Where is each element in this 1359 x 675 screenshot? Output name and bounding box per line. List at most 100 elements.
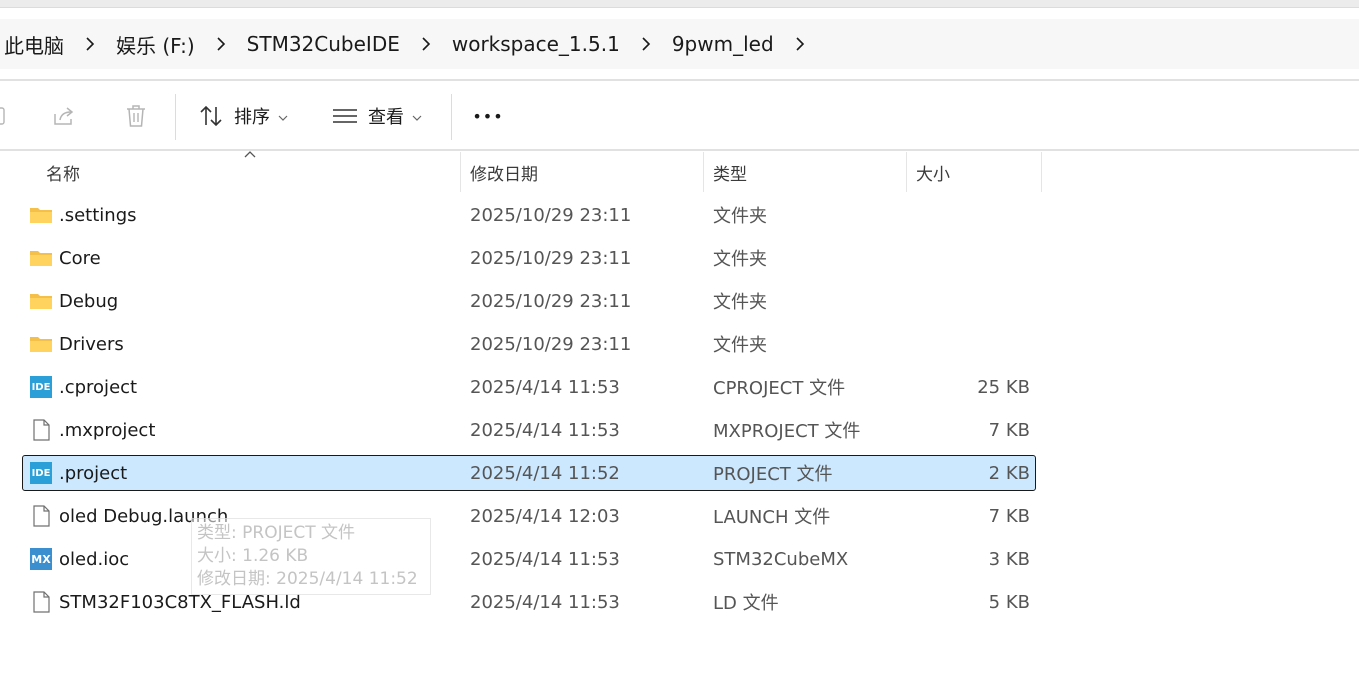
file-modified: 2025/10/29 23:11 (470, 204, 632, 226)
file-row[interactable]: IDE .project 2025/4/14 11:52 PROJECT 文件 2 KB (22, 455, 1036, 491)
share-button[interactable] (44, 96, 84, 136)
tooltip-size: 大小: 1.26 KB (197, 546, 309, 566)
chevron-right-icon[interactable] (199, 19, 243, 69)
trash-icon (124, 103, 148, 129)
column-header-type[interactable]: 类型 (703, 152, 906, 192)
sort-label: 排序 (234, 107, 270, 128)
file-size: 25 KB (977, 376, 1030, 398)
file-name: Debug (59, 290, 119, 312)
column-header-row: 名称 修改日期 类型 大小 (0, 151, 1359, 192)
column-resize-handle[interactable] (1041, 152, 1042, 192)
chevron-right-icon[interactable] (778, 19, 822, 69)
copy-button[interactable] (0, 96, 10, 136)
file-icon-badge-text: MX (31, 552, 51, 566)
file-name: .cproject (59, 376, 138, 398)
file-row[interactable]: Drivers 2025/10/29 23:11 文件夹 (22, 326, 1036, 362)
file-size (916, 284, 1030, 318)
folder-icon (29, 332, 53, 356)
file-name: .mxproject (59, 419, 156, 441)
file-type: LD 文件 (713, 593, 779, 614)
file-type: 文件夹 (713, 249, 767, 270)
divider (0, 79, 1359, 81)
window-top-strip (0, 0, 1359, 8)
toolbar-separator (175, 94, 176, 140)
chevron-right-icon[interactable] (404, 19, 448, 69)
file-size: 7 KB (988, 505, 1030, 527)
tooltip-type: 类型: PROJECT 文件 (197, 523, 355, 543)
file-size: 5 KB (988, 591, 1030, 613)
divider (0, 149, 1359, 151)
folder-icon (29, 203, 53, 227)
blank-file-icon (29, 504, 53, 528)
chevron-right-icon[interactable] (624, 19, 668, 69)
sort-icon (198, 104, 224, 128)
file-type: PROJECT 文件 (713, 464, 833, 485)
share-icon (51, 104, 77, 128)
file-row[interactable]: Debug 2025/10/29 23:11 文件夹 (22, 283, 1036, 319)
file-row[interactable]: .mxproject 2025/4/14 11:53 MXPROJECT 文件 7 K… (22, 412, 1036, 448)
file-size: 7 KB (988, 419, 1030, 441)
column-header-modified[interactable]: 修改日期 (460, 152, 703, 192)
copy-icon (0, 106, 8, 126)
file-modified: 2025/4/14 11:53 (470, 548, 620, 570)
ide-file-icon: IDE (29, 461, 53, 485)
file-name: Core (59, 247, 101, 269)
column-header-size[interactable]: 大小 (906, 152, 1041, 192)
breadcrumb: 此电脑 娱乐 (F:) STM32CubeIDE workspace_1.5.1… (0, 19, 1359, 69)
file-icon-badge-text: IDE (31, 467, 51, 479)
file-row[interactable]: MX oled.ioc 2025/4/14 11:53 STM32CubeMX 3 KB (22, 541, 1036, 577)
file-size (916, 327, 1030, 361)
column-header-name[interactable]: 名称 (36, 152, 460, 192)
file-modified: 2025/4/14 11:52 (470, 462, 620, 484)
sort-button[interactable]: 排序 (198, 96, 298, 136)
file-modified: 2025/10/29 23:11 (470, 290, 632, 312)
file-type: 文件夹 (713, 335, 767, 356)
file-name: .project (59, 462, 128, 484)
breadcrumb-item-project[interactable]: 9pwm_led (668, 32, 778, 56)
file-modified: 2025/4/14 11:53 (470, 376, 620, 398)
mx-file-icon: MX (29, 547, 53, 571)
file-modified: 2025/10/29 23:11 (470, 333, 632, 355)
blank-file-icon (29, 590, 53, 614)
file-icon-badge-text: IDE (31, 381, 51, 393)
file-size (916, 241, 1030, 275)
more-icon: ••• (472, 106, 504, 126)
file-type: MXPROJECT 文件 (713, 421, 861, 442)
file-row[interactable]: oled Debug.launch 2025/4/14 12:03 LAUNCH 文… (22, 498, 1036, 534)
chevron-right-icon[interactable] (68, 19, 112, 69)
view-button[interactable]: 查看 (332, 96, 432, 136)
view-label: 查看 (368, 107, 404, 128)
file-row[interactable]: .settings 2025/10/29 23:11 文件夹 (22, 197, 1036, 233)
file-row[interactable]: IDE .cproject 2025/4/14 11:53 CPROJECT 文件 25… (22, 369, 1036, 405)
breadcrumb-item-this-pc[interactable]: 此电脑 (0, 30, 68, 59)
file-type: STM32CubeMX (713, 548, 849, 570)
delete-button[interactable] (116, 96, 156, 136)
more-options-button[interactable]: ••• (468, 96, 508, 136)
file-type: LAUNCH 文件 (713, 507, 831, 528)
file-modified: 2025/10/29 23:11 (470, 247, 632, 269)
breadcrumb-item-drive[interactable]: 娱乐 (F:) (112, 30, 199, 59)
toolbar-separator (451, 94, 452, 140)
file-size: 2 KB (988, 462, 1030, 484)
file-type: 文件夹 (713, 292, 767, 313)
folder-icon (29, 289, 53, 313)
file-name: Drivers (59, 333, 124, 355)
file-size (916, 198, 1030, 232)
file-type: CPROJECT 文件 (713, 378, 846, 399)
file-modified: 2025/4/14 11:53 (470, 591, 620, 613)
file-name: .settings (59, 204, 137, 226)
file-modified: 2025/4/14 12:03 (470, 505, 620, 527)
file-size: 3 KB (988, 548, 1030, 570)
breadcrumb-item-workspace[interactable]: workspace_1.5.1 (448, 32, 624, 56)
folder-icon (29, 246, 53, 270)
breadcrumb-item-stm32cubeide[interactable]: STM32CubeIDE (243, 32, 404, 56)
chevron-down-icon (278, 107, 288, 126)
blank-file-icon (29, 418, 53, 442)
file-row[interactable]: Core 2025/10/29 23:11 文件夹 (22, 240, 1036, 276)
list-view-icon (332, 106, 358, 126)
tooltip-modified: 修改日期: 2025/4/14 11:52 (197, 569, 418, 589)
command-bar: 排序 查看 ••• (0, 82, 1359, 150)
file-tooltip: 类型: PROJECT 文件 大小: 1.26 KB 修改日期: 2025/4/… (191, 518, 431, 595)
file-type: 文件夹 (713, 206, 767, 227)
file-row[interactable]: STM32F103C8TX_FLASH.ld 2025/4/14 11:53 LD … (22, 584, 1036, 620)
